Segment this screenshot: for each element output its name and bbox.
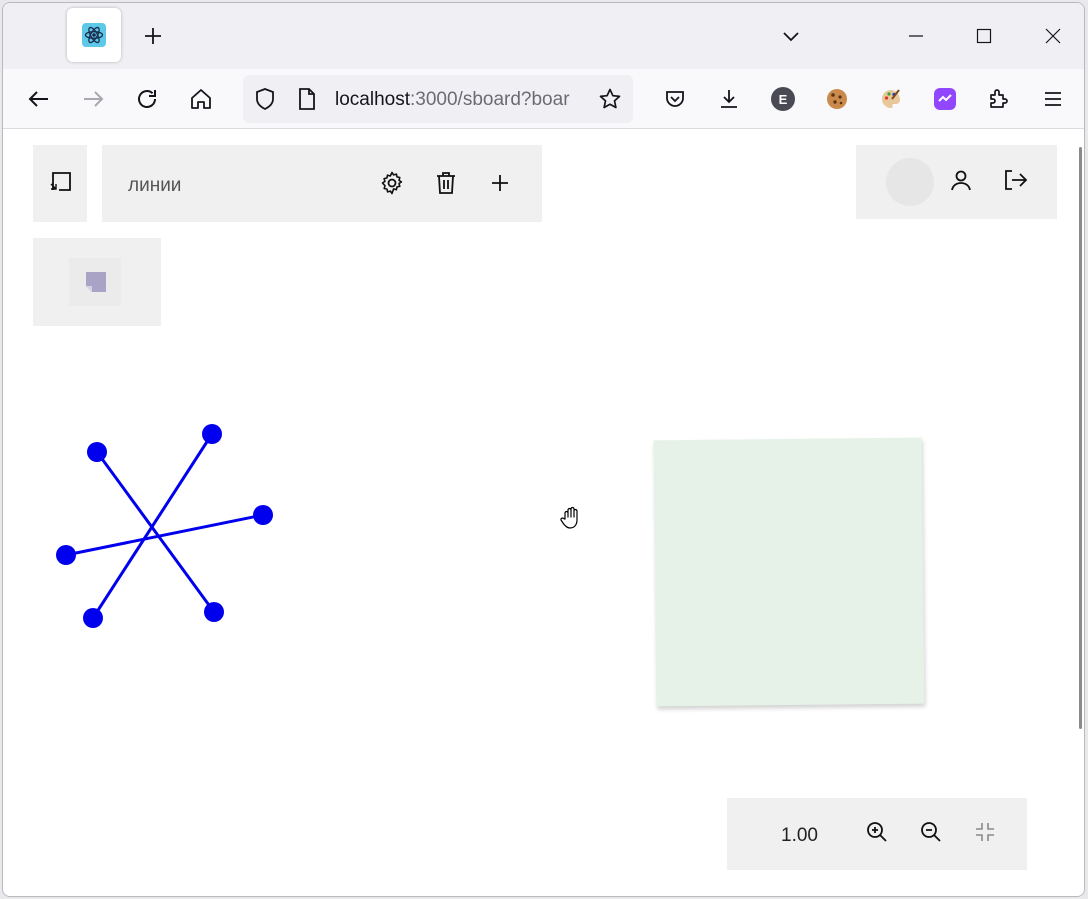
forward-button[interactable] — [77, 83, 109, 115]
plus-icon — [145, 28, 161, 44]
back-button[interactable] — [23, 83, 55, 115]
collapse-icon — [976, 823, 994, 841]
url-text[interactable]: localhost:3000/sboard?boar — [335, 89, 585, 111]
line-endpoint[interactable] — [253, 505, 273, 525]
home-icon — [191, 89, 211, 109]
arrow-right-icon — [84, 91, 104, 107]
ext-e-icon: E — [771, 87, 795, 111]
line-endpoint[interactable] — [56, 545, 76, 565]
pocket-icon[interactable] — [659, 83, 691, 115]
zoom-in-button[interactable] — [861, 816, 893, 848]
react-atom-icon — [82, 23, 106, 47]
close-icon — [1045, 28, 1061, 44]
line-endpoint[interactable] — [204, 602, 224, 622]
hand-cursor-icon — [560, 506, 578, 529]
user-icon — [951, 170, 971, 191]
bookmark-star-button[interactable] — [594, 83, 626, 115]
zoom-out-button[interactable] — [915, 816, 947, 848]
line-endpoint[interactable] — [202, 424, 222, 444]
tab-strip — [3, 3, 1084, 69]
profile-button[interactable] — [945, 164, 977, 196]
line-endpoint[interactable] — [87, 442, 107, 462]
reload-icon — [138, 90, 156, 108]
purple-ext-icon[interactable] — [929, 83, 961, 115]
menu-icon[interactable] — [1037, 83, 1069, 115]
logout-icon — [1005, 170, 1028, 190]
maximize-icon — [976, 28, 992, 44]
maximize-button[interactable] — [968, 20, 1000, 52]
lines-drawing[interactable] — [3, 129, 603, 897]
zoom-controls: 1.00 — [727, 798, 1027, 870]
shield-icon[interactable] — [249, 83, 281, 115]
close-window-button[interactable] — [1037, 20, 1069, 52]
cookie-icon[interactable] — [821, 83, 853, 115]
fit-screen-button[interactable] — [969, 816, 1001, 848]
url-bar[interactable]: localhost:3000/sboard?boar — [243, 75, 633, 123]
avatar[interactable] — [886, 158, 934, 206]
new-tab-button[interactable] — [137, 20, 169, 52]
home-button[interactable] — [185, 83, 217, 115]
page-info-icon[interactable] — [291, 83, 323, 115]
logout-button[interactable] — [999, 164, 1031, 196]
minimize-button[interactable] — [900, 20, 932, 52]
ext-e-button[interactable]: E — [767, 83, 799, 115]
navigation-bar: localhost:3000/sboard?boar E — [3, 69, 1084, 129]
extensions-puzzle-icon[interactable] — [983, 83, 1015, 115]
user-panel — [856, 145, 1057, 219]
line-3[interactable] — [56, 505, 273, 565]
palette-icon[interactable] — [875, 83, 907, 115]
download-icon[interactable] — [713, 83, 745, 115]
star-icon — [599, 88, 621, 109]
browser-window: localhost:3000/sboard?boar E линии 1.00 — [2, 2, 1085, 897]
arrow-left-icon — [28, 91, 48, 107]
reload-button[interactable] — [131, 83, 163, 115]
chevron-down-icon — [783, 32, 799, 42]
browser-tab[interactable] — [67, 8, 121, 62]
board-canvas[interactable]: линии 1.00 — [3, 129, 1084, 897]
zoom-out-icon — [921, 822, 941, 842]
line-endpoint[interactable] — [83, 608, 103, 628]
vertical-scrollbar[interactable] — [1079, 147, 1082, 729]
tab-list-button[interactable] — [775, 20, 807, 52]
sticky-note[interactable] — [653, 437, 925, 707]
zoom-in-icon — [867, 822, 887, 842]
zoom-level: 1.00 — [781, 825, 818, 846]
minimize-icon — [909, 35, 923, 37]
